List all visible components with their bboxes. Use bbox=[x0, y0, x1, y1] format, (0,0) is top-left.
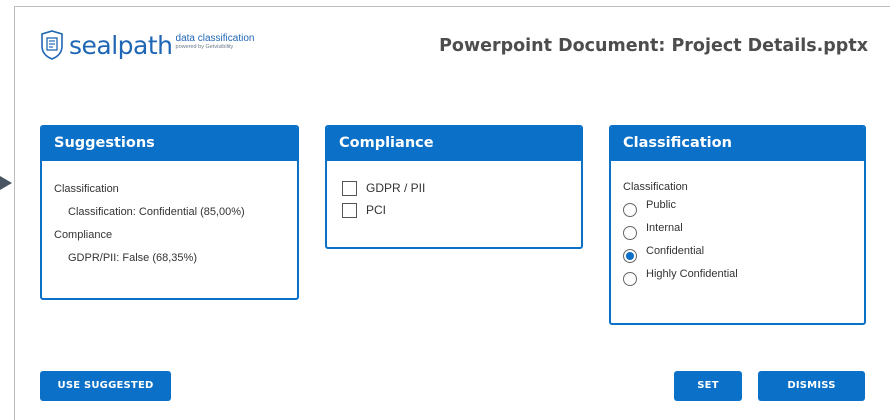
suggestions-panel: Suggestions Classification Classificatio… bbox=[40, 125, 299, 300]
document-title: Powerpoint Document: Project Details.ppt… bbox=[439, 36, 868, 56]
brand-tagline: data classification bbox=[175, 32, 255, 44]
public-radio[interactable] bbox=[623, 203, 637, 217]
classification-body: Classification Public Internal Confident… bbox=[611, 161, 864, 302]
compliance-panel: Compliance GDPR / PII PCI bbox=[325, 125, 583, 249]
dismiss-button[interactable]: DISMISS bbox=[758, 371, 865, 401]
compliance-option-pci[interactable]: PCI bbox=[339, 199, 569, 221]
confidential-label: Confidential bbox=[646, 245, 705, 257]
public-label: Public bbox=[646, 199, 676, 211]
suggestion-compliance-value: GDPR/PII: False (68,35%) bbox=[68, 252, 197, 264]
pci-label: PCI bbox=[366, 203, 387, 217]
brand-name: sealpath bbox=[69, 30, 173, 60]
classification-option-confidential[interactable]: Confidential bbox=[623, 244, 852, 267]
document-list-icon bbox=[41, 30, 63, 60]
pci-checkbox[interactable] bbox=[342, 202, 357, 218]
classification-option-public[interactable]: Public bbox=[623, 198, 852, 221]
internal-radio[interactable] bbox=[623, 226, 637, 240]
suggestions-header: Suggestions bbox=[42, 127, 297, 161]
internal-label: Internal bbox=[646, 222, 683, 234]
classification-option-highly-confidential[interactable]: Highly Confidential bbox=[623, 267, 852, 290]
set-button[interactable]: SET bbox=[674, 371, 742, 401]
classification-label: Classification bbox=[623, 181, 688, 193]
gdpr-checkbox[interactable] bbox=[342, 180, 357, 196]
suggestion-classification-value: Classification: Confidential (85,00%) bbox=[68, 206, 245, 218]
expand-arrow-icon[interactable] bbox=[0, 176, 12, 190]
compliance-body: GDPR / PII PCI bbox=[327, 161, 581, 233]
use-suggested-button[interactable]: USE SUGGESTED bbox=[40, 371, 171, 401]
classification-header: Classification bbox=[611, 127, 864, 161]
brand-logo: sealpath data classification powered by … bbox=[40, 30, 254, 60]
suggestion-compliance-label: Compliance bbox=[54, 229, 113, 241]
compliance-header: Compliance bbox=[327, 127, 581, 161]
classification-option-internal[interactable]: Internal bbox=[623, 221, 852, 244]
classification-panel: Classification Classification Public Int… bbox=[609, 125, 866, 325]
compliance-option-gdpr[interactable]: GDPR / PII bbox=[339, 177, 569, 199]
highly-confidential-radio[interactable] bbox=[623, 272, 637, 286]
brand-tagline-block: data classification powered by Getvisibi… bbox=[175, 32, 255, 51]
confidential-radio[interactable] bbox=[623, 249, 637, 263]
suggestion-classification-label: Classification bbox=[54, 183, 119, 195]
gdpr-label: GDPR / PII bbox=[366, 181, 426, 195]
brand-powered-by: powered by Getvisibility bbox=[175, 43, 234, 50]
suggestions-body: Classification Classification: Confident… bbox=[42, 161, 297, 282]
highly-confidential-label: Highly Confidential bbox=[646, 268, 738, 280]
